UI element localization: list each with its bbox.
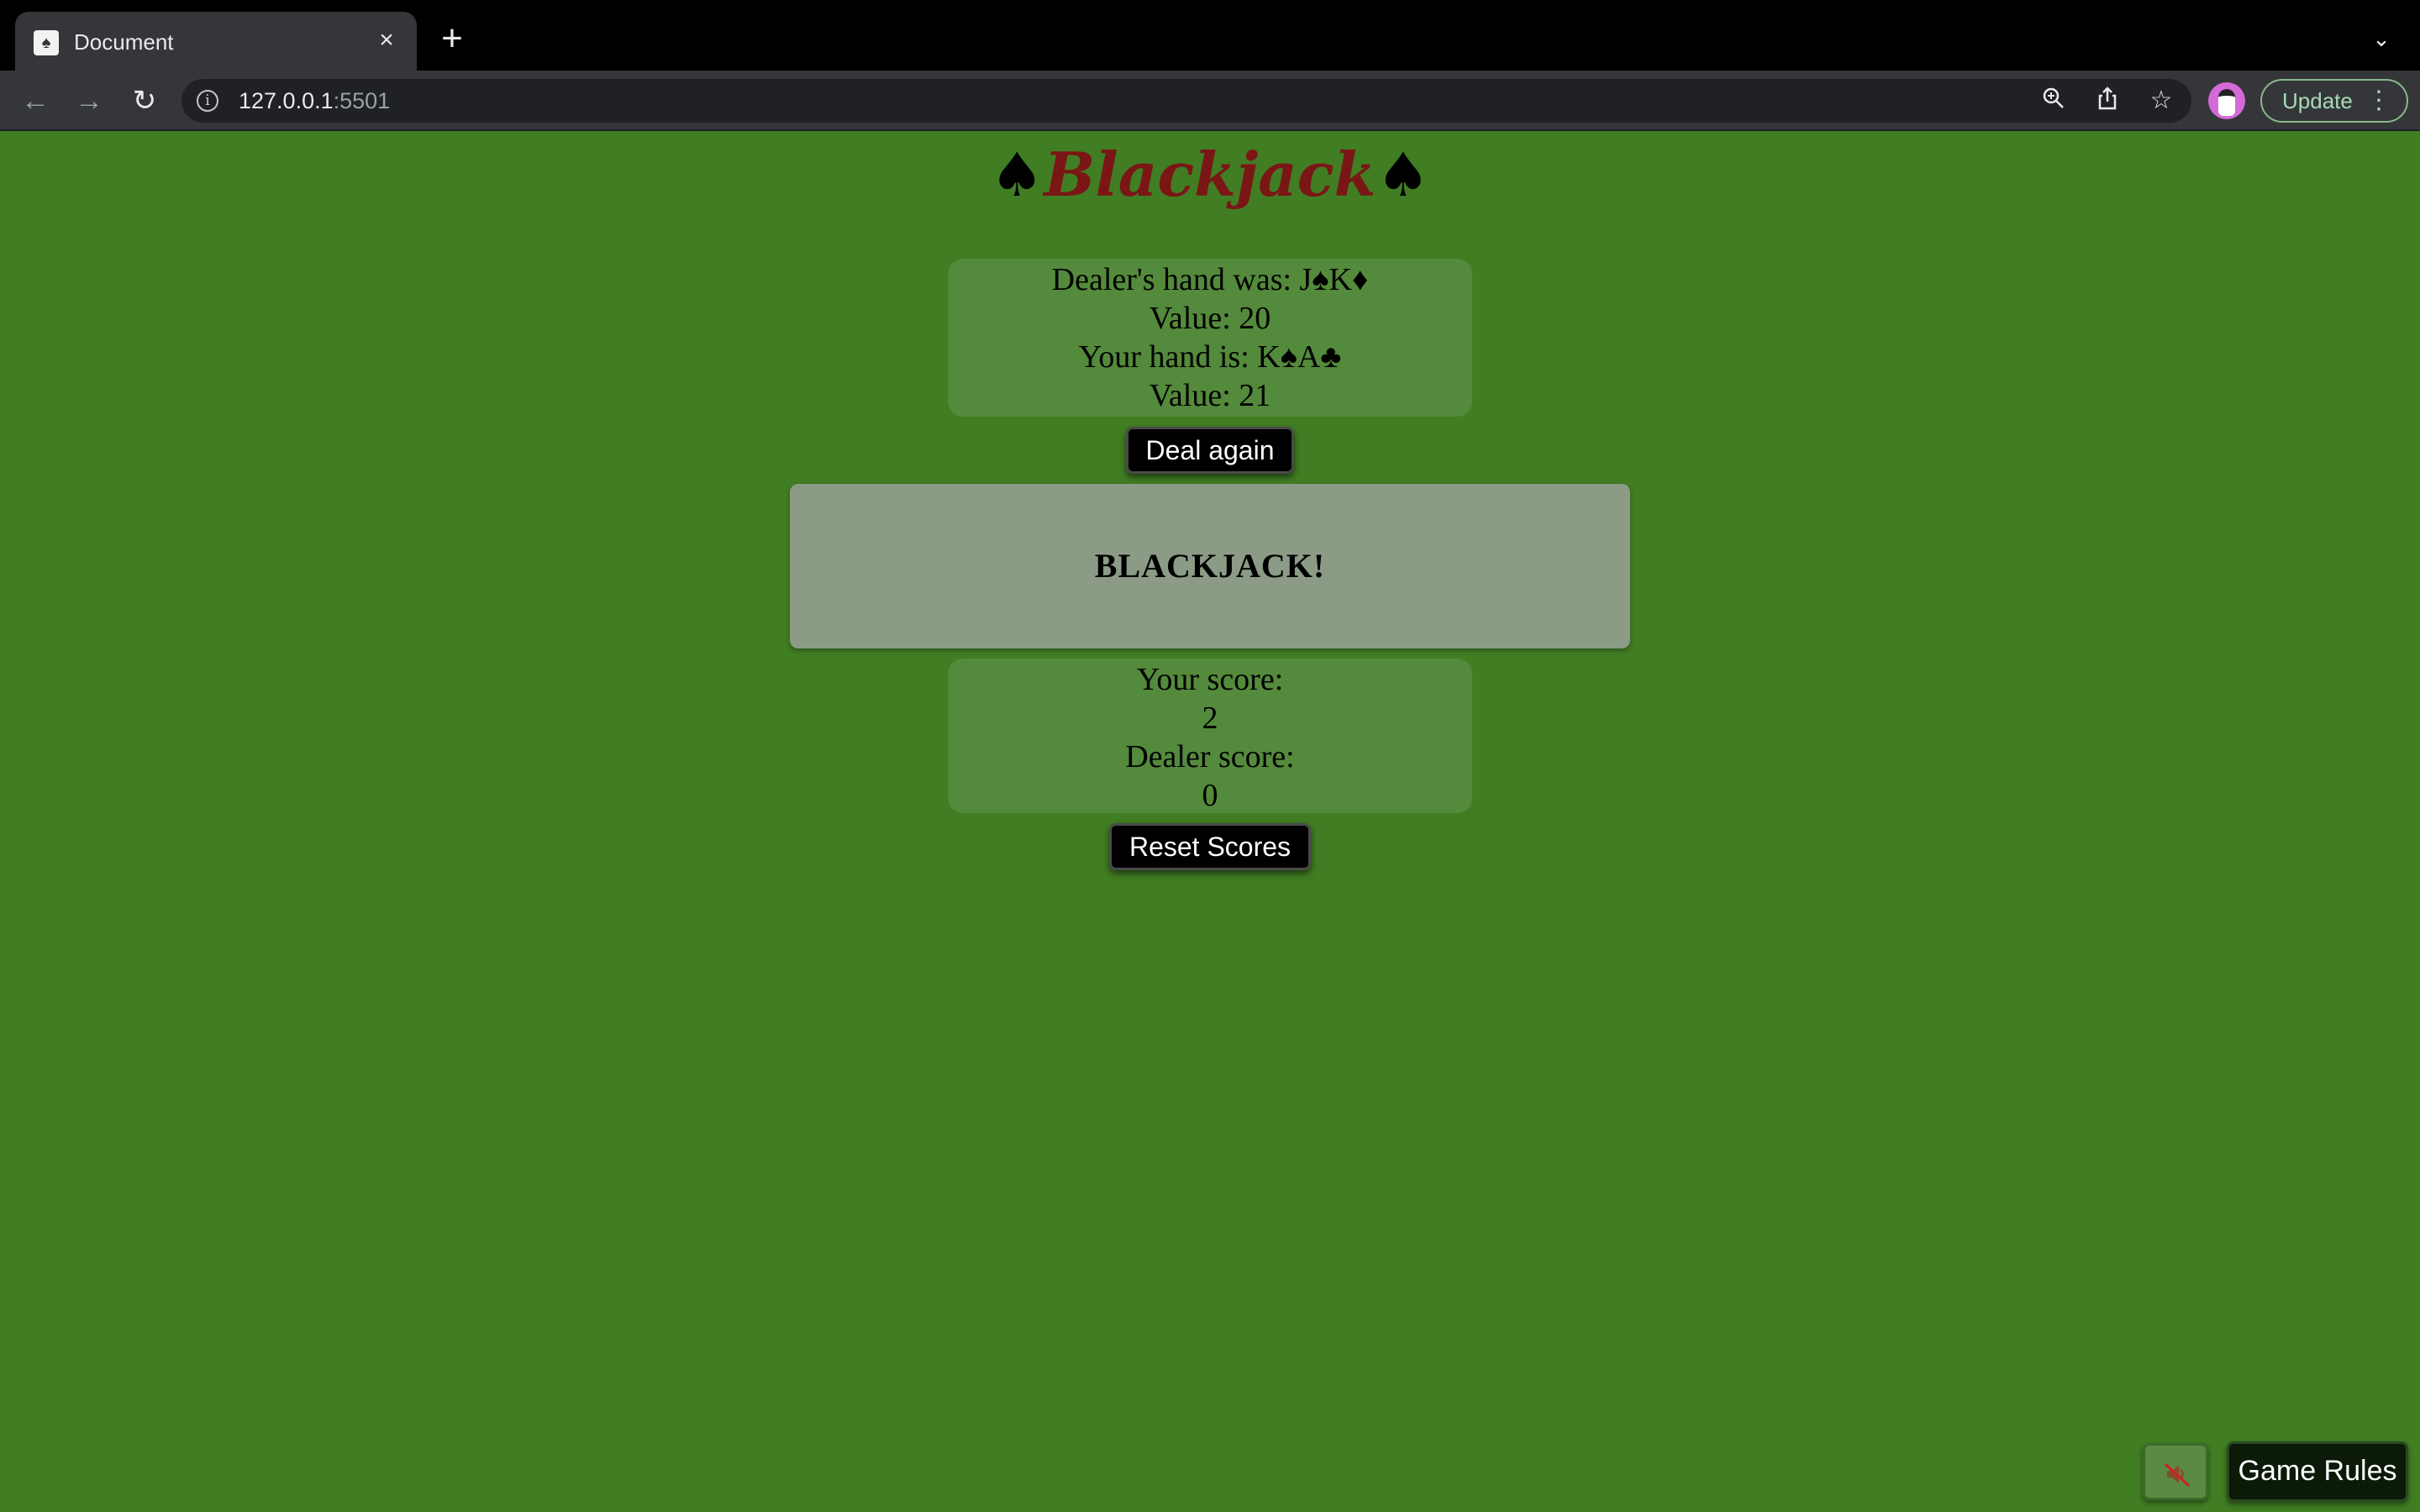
bookmark-star-icon[interactable]: ☆ — [2146, 86, 2176, 116]
dealer-score-value: 0 — [1202, 778, 1218, 813]
address-bar[interactable]: i 127.0.0.1:5501 ☆ — [182, 79, 2191, 123]
browser-tab-strip: ♠ Document × + ⌄ — [0, 0, 2420, 71]
deal-again-button[interactable]: Deal again — [1126, 427, 1294, 474]
reload-icon[interactable]: ↻ — [126, 82, 163, 119]
more-menu-icon[interactable]: ⋮ — [2366, 81, 2391, 121]
page-title: ♠Blackjack♠ — [0, 131, 2420, 218]
update-button[interactable]: Update ⋮ — [2260, 79, 2408, 123]
scoreboard-panel: Your score: 2 Dealer score: 0 — [948, 659, 1472, 813]
dealer-hand-text: Dealer's hand was: J♠K♦ — [1051, 262, 1369, 297]
reset-scores-button[interactable]: Reset Scores — [1109, 823, 1311, 870]
new-tab-plus-icon[interactable]: + — [434, 20, 471, 59]
browser-tab[interactable]: ♠ Document × — [15, 12, 417, 71]
site-info-icon[interactable]: i — [197, 90, 218, 112]
share-icon[interactable] — [2092, 86, 2123, 116]
hands-panel: Dealer's hand was: J♠K♦ Value: 20 Your h… — [948, 259, 1472, 417]
forward-arrow-icon[interactable]: → — [71, 82, 108, 119]
url-text[interactable]: 127.0.0.1:5501 — [239, 86, 390, 116]
dealer-hand-value: Value: 20 — [1149, 301, 1271, 336]
update-label: Update — [2282, 88, 2353, 113]
spade-card-favicon-icon: ♠ — [34, 30, 59, 55]
tab-title: Document — [74, 29, 174, 55]
tab-search-chevron-down-icon[interactable]: ⌄ — [2368, 25, 2395, 52]
sound-toggle-button[interactable] — [2143, 1443, 2208, 1500]
game-rules-button[interactable]: Game Rules — [2227, 1441, 2408, 1502]
muted-speaker-icon — [2164, 1462, 2191, 1488]
player-score-label: Your score: — [1136, 662, 1284, 697]
dealer-score-label: Dealer score: — [1125, 739, 1295, 774]
zoom-magnifier-icon[interactable] — [2039, 86, 2069, 116]
spade-icon: ♠ — [1376, 139, 1431, 210]
profile-avatar[interactable] — [2208, 82, 2245, 119]
back-arrow-icon[interactable]: ← — [17, 82, 54, 119]
player-score-value: 2 — [1202, 701, 1218, 736]
spade-icon: ♠ — [989, 139, 1044, 210]
player-hand-text: Your hand is: K♠A♣ — [1078, 339, 1342, 375]
tab-close-icon[interactable]: × — [371, 25, 402, 55]
browser-toolbar: ← → ↻ i 127.0.0.1:5501 ☆ Update ⋮ — [0, 71, 2420, 131]
result-message: BLACKJACK! — [790, 484, 1630, 648]
player-hand-value: Value: 21 — [1149, 378, 1271, 413]
title-word: Blackjack — [1044, 139, 1376, 210]
